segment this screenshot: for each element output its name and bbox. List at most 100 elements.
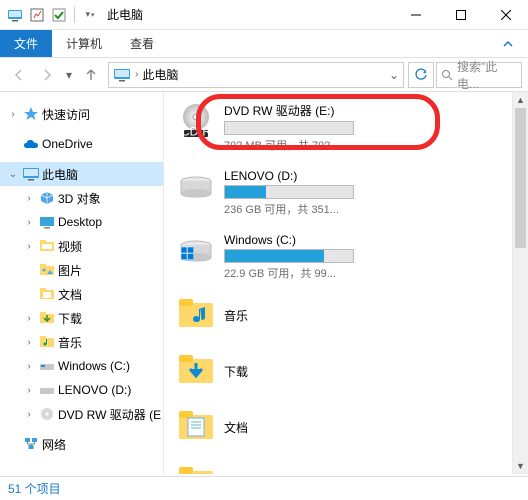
drive-usage-bar <box>224 249 354 263</box>
ribbon-expand-button[interactable] <box>488 30 528 57</box>
sidebar-item-videos[interactable]: ›视频 <box>0 234 163 258</box>
drive-item-dvd[interactable]: CD-R DVD RW 驱动器 (E:) 702 MB 可用，共 702... <box>174 98 528 157</box>
content-scrollbar[interactable]: ▲ ▼ <box>512 92 528 474</box>
drive-item-d[interactable]: LENOVO (D:) 236 GB 可用，共 351... <box>174 165 528 221</box>
sidebar-item-label: 图片 <box>58 262 82 279</box>
video-icon <box>38 238 56 254</box>
drive-icon <box>38 358 56 374</box>
sidebar-network[interactable]: ›网络 <box>0 432 163 456</box>
nav-back-button[interactable] <box>6 62 32 88</box>
address-bar[interactable]: › 此电脑 ⌄ <box>108 62 404 88</box>
sidebar-item-label: Desktop <box>58 215 102 229</box>
sidebar-item-dvd[interactable]: ›DVD RW 驱动器 (E <box>0 402 163 426</box>
music-folder-icon <box>178 297 214 333</box>
sidebar-item-drive-c[interactable]: ›Windows (C:) <box>0 354 163 378</box>
pc-icon <box>113 68 131 82</box>
documents-folder-icon <box>178 409 214 445</box>
dvd-drive-icon: CD-R <box>178 102 214 138</box>
sidebar-item-label: 视频 <box>58 238 82 255</box>
sidebar-item-label: 音乐 <box>58 334 82 351</box>
statusbar: 51 个项目 <box>0 476 528 500</box>
folder-label: 下载 <box>224 363 248 380</box>
chevron-down-icon[interactable]: ⌄ <box>6 169 20 180</box>
ribbon-tab-computer[interactable]: 计算机 <box>52 30 116 57</box>
folder-item-pictures[interactable]: 图片 <box>174 461 528 474</box>
scroll-down-icon[interactable]: ▼ <box>513 458 528 474</box>
qat-dropdown-icon[interactable]: ▾▾ <box>81 6 99 24</box>
chevron-right-icon[interactable]: › <box>135 69 138 80</box>
sidebar-item-label: 快速访问 <box>42 106 90 123</box>
qat-divider <box>74 7 75 23</box>
chevron-right-icon[interactable]: › <box>6 109 20 120</box>
sidebar-item-label: 网络 <box>42 436 66 453</box>
nav-up-button[interactable] <box>78 62 104 88</box>
navbar: ▾ › 此电脑 ⌄ 搜索"此电... <box>0 58 528 92</box>
maximize-button[interactable] <box>438 0 483 30</box>
quick-access-toolbar: ▾▾ <box>0 6 99 24</box>
folder-label: 音乐 <box>224 307 248 324</box>
desktop-icon <box>38 214 56 230</box>
close-button[interactable] <box>483 0 528 30</box>
scroll-up-icon[interactable]: ▲ <box>513 92 528 108</box>
sidebar: › 快速访问 › OneDrive ⌄ 此电脑 ›3D 对象 ›Desktop … <box>0 92 164 474</box>
folder-item-downloads[interactable]: 下载 <box>174 349 528 393</box>
folder-item-music[interactable]: 音乐 <box>174 293 528 337</box>
address-dropdown-icon[interactable]: ⌄ <box>389 68 399 82</box>
drive-usage-bar <box>224 121 354 135</box>
svg-text:CD-R: CD-R <box>181 125 211 139</box>
refresh-button[interactable] <box>408 62 434 88</box>
sidebar-this-pc[interactable]: ⌄ 此电脑 <box>0 162 163 186</box>
search-placeholder: 搜索"此电... <box>457 58 517 92</box>
sidebar-item-pictures[interactable]: ›图片 <box>0 258 163 282</box>
content-pane: CD-R DVD RW 驱动器 (E:) 702 MB 可用，共 702... … <box>164 92 528 474</box>
drive-name: DVD RW 驱动器 (E:) <box>224 102 524 119</box>
search-icon <box>441 69 453 81</box>
drive-name: Windows (C:) <box>224 233 524 247</box>
downloads-icon <box>38 310 56 326</box>
cloud-icon <box>22 136 40 152</box>
sidebar-item-drive-d[interactable]: ›LENOVO (D:) <box>0 378 163 402</box>
scroll-thumb[interactable] <box>515 108 526 248</box>
nav-history-dropdown[interactable]: ▾ <box>62 62 76 88</box>
folder-item-documents[interactable]: 文档 <box>174 405 528 449</box>
downloads-folder-icon <box>178 353 214 389</box>
network-icon <box>22 436 40 452</box>
checkbox-icon[interactable] <box>50 6 68 24</box>
search-box[interactable]: 搜索"此电... <box>436 62 522 88</box>
pictures-folder-icon <box>178 465 214 474</box>
drive-name: LENOVO (D:) <box>224 169 524 183</box>
ribbon-tab-view[interactable]: 查看 <box>116 30 168 57</box>
sidebar-item-label: LENOVO (D:) <box>58 383 131 397</box>
sidebar-item-label: DVD RW 驱动器 (E <box>58 406 161 423</box>
drive-icon <box>38 382 56 398</box>
titlebar: ▾▾ 此电脑 <box>0 0 528 30</box>
star-icon <box>22 106 40 122</box>
minimize-button[interactable] <box>393 0 438 30</box>
sidebar-onedrive[interactable]: › OneDrive <box>0 132 163 156</box>
sidebar-item-music[interactable]: ›音乐 <box>0 330 163 354</box>
pc-icon <box>22 166 40 182</box>
pictures-icon <box>38 262 56 278</box>
ribbon: 文件 计算机 查看 <box>0 30 528 58</box>
os-drive-icon <box>178 233 214 269</box>
sidebar-item-label: 文档 <box>58 286 82 303</box>
breadcrumb-text[interactable]: 此电脑 <box>142 66 178 83</box>
sidebar-item-3d[interactable]: ›3D 对象 <box>0 186 163 210</box>
nav-forward-button[interactable] <box>34 62 60 88</box>
properties-icon[interactable] <box>28 6 46 24</box>
drive-subtext: 236 GB 可用，共 351... <box>224 201 374 217</box>
ribbon-file-tab[interactable]: 文件 <box>0 30 52 57</box>
sidebar-quick-access[interactable]: › 快速访问 <box>0 102 163 126</box>
app-icon <box>6 6 24 24</box>
sidebar-item-documents[interactable]: ›文档 <box>0 282 163 306</box>
sidebar-item-label: Windows (C:) <box>58 359 130 373</box>
sidebar-item-downloads[interactable]: ›下载 <box>0 306 163 330</box>
drive-item-c[interactable]: Windows (C:) 22.9 GB 可用，共 99... <box>174 229 528 285</box>
sidebar-item-label: OneDrive <box>42 137 93 151</box>
sidebar-item-label: 下载 <box>58 310 82 327</box>
window-title: 此电脑 <box>107 6 143 23</box>
drive-usage-bar <box>224 185 354 199</box>
sidebar-item-label: 此电脑 <box>42 166 78 183</box>
cube-icon <box>38 190 56 206</box>
sidebar-item-desktop[interactable]: ›Desktop <box>0 210 163 234</box>
